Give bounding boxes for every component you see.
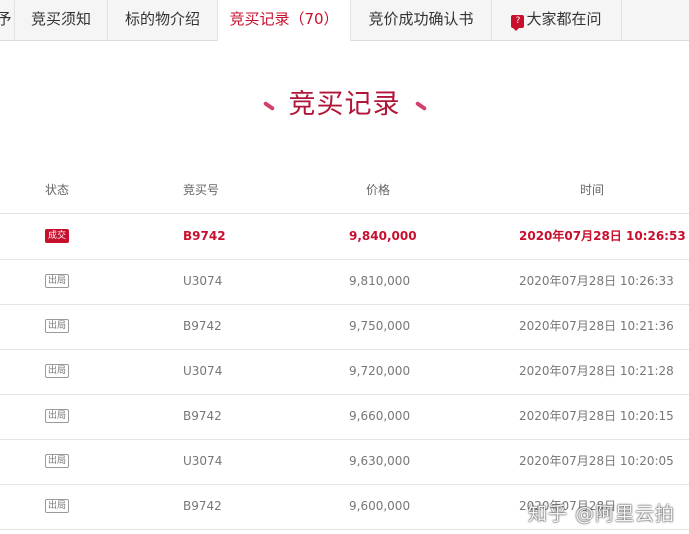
tab-bid-records[interactable]: 竞买记录（70） (217, 0, 351, 41)
section-title-text: 竞买记录 (288, 89, 401, 120)
table-row: 出局 B9742 9,660,000 2020年07月28日 10:20:15 (0, 394, 689, 440)
bid-time: 2020年07月28日 10:21:36 (519, 319, 674, 333)
bid-price: 9,720,000 (349, 364, 411, 378)
bidder-number: B9742 (183, 409, 222, 423)
tab-label: 大家都在问 (526, 10, 602, 28)
bid-time: 2020年07月28日 10:26:33 (519, 274, 674, 288)
table-row: 出局 U3074 9,810,000 2020年07月28日 10:26:33 (0, 259, 689, 305)
status-badge: 成交 (45, 229, 70, 243)
tab-fragment-label: 予 (0, 10, 12, 28)
header-price: 价格 (366, 183, 391, 197)
bid-time: 2020年07月28日 10:20:05 (519, 454, 674, 468)
tab-faq[interactable]: ? 大家都在问 (492, 0, 622, 40)
bid-price: 9,660,000 (349, 409, 411, 423)
status-badge: 出局 (45, 274, 70, 288)
status-badge: 出局 (45, 409, 70, 423)
bid-price: 9,750,000 (349, 319, 411, 333)
bid-price: 9,810,000 (349, 274, 411, 288)
watermark: 知乎 @阿里云拍 (527, 503, 675, 525)
bid-time: 2020年07月28日 10:20:15 (519, 409, 674, 423)
header-time: 时间 (580, 183, 605, 197)
tab-label: 竞买须知 (30, 10, 91, 28)
question-bubble-icon: ? (511, 15, 525, 31)
status-badge: 出局 (45, 499, 70, 513)
bidder-number: U3074 (183, 454, 223, 468)
header-status: 状态 (45, 183, 70, 197)
bid-price: 9,630,000 (349, 454, 411, 468)
table-row: 成交 B9742 9,840,000 2020年07月28日 10:26:53 (0, 214, 689, 260)
tab-prev-fragment[interactable]: 予 (0, 0, 15, 40)
decoration-right-icon (414, 100, 427, 111)
tab-bidding-notice[interactable]: 竞买须知 (15, 0, 108, 40)
bid-price: 9,600,000 (349, 499, 411, 513)
bidder-number: B9742 (183, 229, 226, 243)
bidder-number: U3074 (183, 364, 223, 378)
bidder-number: B9742 (183, 499, 222, 513)
tab-label: 标的物介绍 (124, 10, 200, 28)
tab-item-intro[interactable]: 标的物介绍 (108, 0, 218, 40)
status-badge: 出局 (45, 364, 70, 378)
bidder-number: B9742 (183, 319, 222, 333)
section-title: 竞买记录 (0, 82, 689, 121)
tab-label: 竞买记录（70） (229, 10, 339, 28)
status-badge: 出局 (45, 454, 70, 468)
tab-success-confirmation[interactable]: 竞价成功确认书 (351, 0, 492, 40)
bidder-number: U3074 (183, 274, 223, 288)
status-badge: 出局 (45, 319, 70, 333)
bid-time: 2020年07月28日 10:21:28 (519, 364, 674, 378)
table-row: 出局 U3074 9,630,000 2020年07月28日 10:20:05 (0, 439, 689, 485)
bid-price: 9,840,000 (349, 229, 417, 243)
table-row: 出局 B9742 9,750,000 2020年07月28日 10:21:36 (0, 304, 689, 350)
table-row: 出局 U3074 9,720,000 2020年07月28日 10:21:28 (0, 349, 689, 395)
decoration-left-icon (262, 100, 275, 111)
header-bidder: 竞买号 (183, 183, 220, 197)
tab-bar: 予 竞买须知 标的物介绍 竞买记录（70） 竞价成功确认书 ? 大家都在问 (0, 0, 689, 41)
tab-label: 竞价成功确认书 (368, 10, 474, 28)
bid-time: 2020年07月28日 10:26:53 (519, 229, 686, 243)
table-header: 状态 竞买号 价格 时间 (0, 168, 689, 214)
